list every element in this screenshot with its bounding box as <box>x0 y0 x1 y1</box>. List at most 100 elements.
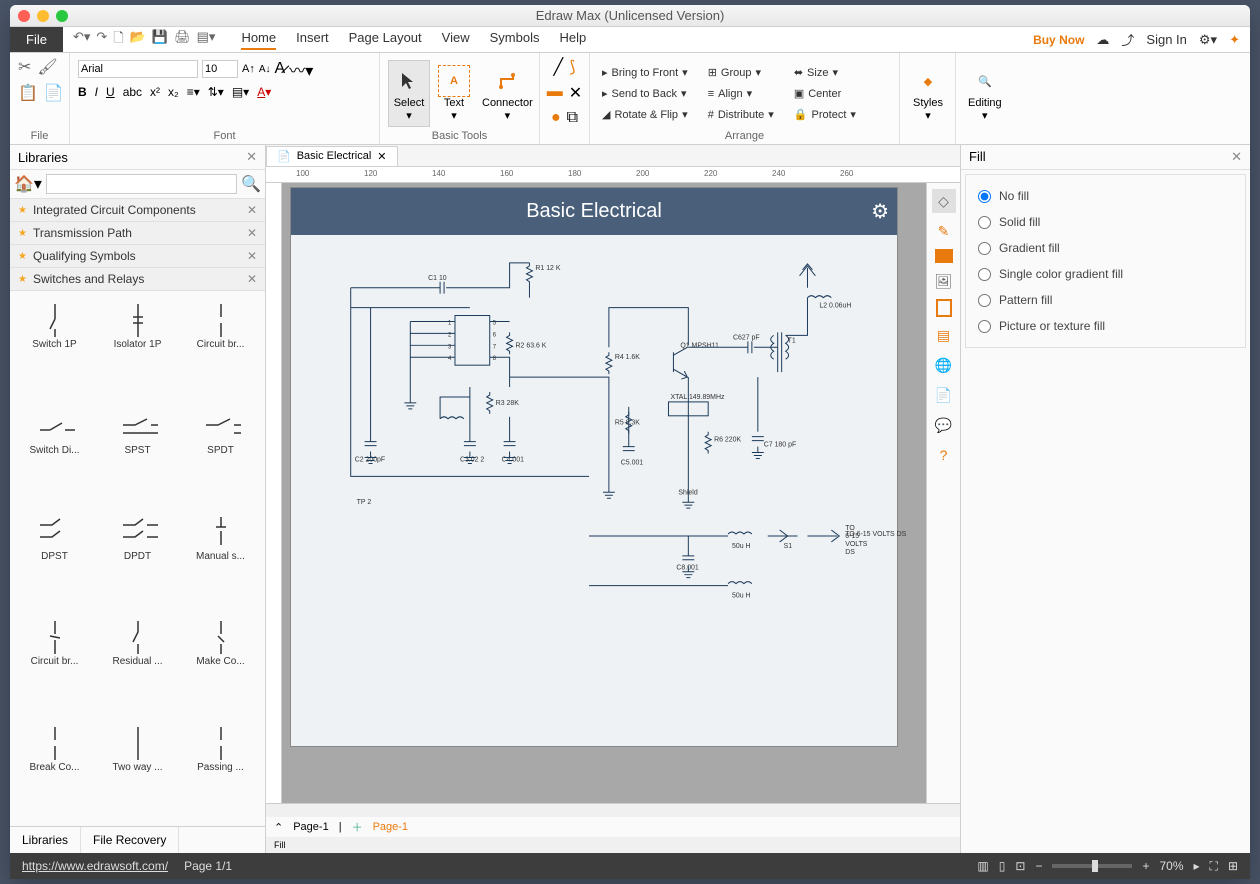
center-button[interactable]: ▣ Center <box>790 85 860 102</box>
tab-page-layout[interactable]: Page Layout <box>349 30 422 50</box>
send-to-back[interactable]: ▸ Send to Back ▾ <box>598 85 692 102</box>
new-icon[interactable]: 🗋 <box>113 29 123 51</box>
tab-help[interactable]: Help <box>559 30 586 50</box>
globe-tool-icon[interactable]: 🌐 <box>932 353 956 377</box>
lib-category[interactable]: Integrated Circuit Components✕ <box>10 199 265 222</box>
highlight-icon[interactable]: ▤▾ <box>232 85 249 99</box>
shape-item[interactable]: DPST <box>14 507 95 611</box>
share-icon[interactable]: ⤴ <box>1121 30 1134 49</box>
image-tool-icon[interactable]: 🖼 <box>932 269 956 293</box>
text-tool[interactable]: A Text▾ <box>434 61 474 126</box>
open-icon[interactable]: 📂 <box>130 29 146 51</box>
crop-icon[interactable]: ✕ <box>569 83 582 103</box>
ellipse-icon[interactable]: ● <box>551 109 561 127</box>
fullscreen-icon[interactable]: ⛶ <box>1210 859 1218 874</box>
lib-category[interactable]: Transmission Path✕ <box>10 222 265 245</box>
export-icon[interactable]: ▤▾ <box>197 29 216 51</box>
fill-tool-icon[interactable]: ◇ <box>932 189 956 213</box>
close-fill-icon[interactable]: ✕ <box>1231 149 1242 165</box>
fill-option[interactable]: Pattern fill <box>970 287 1241 313</box>
cloud-icon[interactable]: ☁ <box>1096 32 1109 48</box>
gear-icon[interactable]: ⚙ <box>871 199 889 224</box>
decrease-font-icon[interactable]: A↓ <box>259 64 271 75</box>
grid-icon[interactable]: ⊞ <box>1228 859 1238 873</box>
view-mode-icon[interactable]: ▥ <box>977 859 988 873</box>
strike-icon[interactable]: abc <box>123 85 142 99</box>
shape-item[interactable]: SPDT <box>180 401 261 505</box>
subscript-icon[interactable]: x₂ <box>168 85 179 99</box>
fit-icon[interactable]: ⊡ <box>1015 859 1025 873</box>
protect-button[interactable]: 🔒 Protect ▾ <box>790 106 860 123</box>
bring-to-front[interactable]: ▸ Bring to Front ▾ <box>598 64 692 81</box>
close-libraries-icon[interactable]: ✕ <box>246 149 257 165</box>
font-name-input[interactable] <box>78 60 198 78</box>
connector-tool[interactable]: Connector▾ <box>478 61 537 126</box>
paste-icon[interactable]: 📄 <box>44 83 64 103</box>
drawing-canvas[interactable]: Basic Electrical⚙ C1 10R1 12 K12345678R2… <box>282 183 926 803</box>
page-nav-icon[interactable]: ⌃ <box>274 821 283 834</box>
bullets-icon[interactable]: ≡▾ <box>187 85 200 99</box>
undo-icon[interactable]: ↶▾ <box>73 29 90 51</box>
library-search-input[interactable] <box>46 174 237 194</box>
fill-option[interactable]: Picture or texture fill <box>970 313 1241 339</box>
zoom-slider[interactable] <box>1052 864 1132 868</box>
copy-icon[interactable]: 📋 <box>18 83 38 103</box>
shape-item[interactable]: Manual s... <box>180 507 261 611</box>
comment-tool-icon[interactable]: 💬 <box>932 413 956 437</box>
arc-icon[interactable]: ⟆ <box>569 57 575 77</box>
superscript-icon[interactable]: x² <box>150 85 160 99</box>
distribute-button[interactable]: # Distribute ▾ <box>704 106 778 123</box>
redo-icon[interactable]: ↷ <box>96 29 107 51</box>
tab-insert[interactable]: Insert <box>296 30 329 50</box>
save-icon[interactable]: 💾 <box>152 29 168 51</box>
curve-icon[interactable]: 〰▾ <box>289 57 313 81</box>
fill-option[interactable]: Solid fill <box>970 209 1241 235</box>
close-tab-icon[interactable]: ✕ <box>377 150 386 163</box>
home-dropdown-icon[interactable]: 🏠▾ <box>14 174 42 194</box>
buy-now-link[interactable]: Buy Now <box>1033 33 1084 47</box>
tab-view[interactable]: View <box>442 30 470 50</box>
shape-item[interactable]: Switch Di... <box>14 401 95 505</box>
size-button[interactable]: ⬌ Size ▾ <box>790 64 860 81</box>
cut-icon[interactable]: ✂ <box>18 57 31 77</box>
shape-item[interactable]: Switch 1P <box>14 295 95 399</box>
lib-category[interactable]: Qualifying Symbols✕ <box>10 245 265 268</box>
add-page-icon[interactable]: ＋ <box>352 819 363 835</box>
shape-item[interactable]: Break Co... <box>14 718 95 822</box>
styles-button[interactable]: ◆Styles▾ <box>908 61 948 126</box>
shape-item[interactable]: SPST <box>97 401 178 505</box>
fill-option[interactable]: Gradient fill <box>970 235 1241 261</box>
shape-item[interactable]: Passing ... <box>180 718 261 822</box>
shape-item[interactable]: Two way ... <box>97 718 178 822</box>
doc-tool-icon[interactable]: 📄 <box>932 383 956 407</box>
page-tool-icon[interactable] <box>936 299 952 317</box>
zoom-out-icon[interactable]: − <box>1035 859 1042 873</box>
clear-format-icon[interactable]: A̷ <box>275 60 286 78</box>
bold-icon[interactable]: B <box>78 85 87 99</box>
group-button[interactable]: ⊞ Group ▾ <box>704 64 778 81</box>
present-icon[interactable]: ▸ <box>1194 859 1200 873</box>
horizontal-scrollbar[interactable] <box>266 803 960 817</box>
zoom-in-icon[interactable]: + <box>1142 859 1149 873</box>
print-icon[interactable]: 🖨 <box>174 29 191 51</box>
rect-shape-icon[interactable]: ▬ <box>547 83 563 103</box>
fill-option[interactable]: No fill <box>970 183 1241 209</box>
line-tool-icon[interactable]: ✎ <box>932 219 956 243</box>
font-size-input[interactable] <box>202 60 238 78</box>
signin-link[interactable]: Sign In <box>1146 32 1186 47</box>
list-tool-icon[interactable]: ▤ <box>932 323 956 347</box>
rotate-flip[interactable]: ◢ Rotate & Flip ▾ <box>598 106 692 123</box>
font-color-icon[interactable]: A▾ <box>257 85 271 99</box>
shape-item[interactable]: Circuit br... <box>14 612 95 716</box>
italic-icon[interactable]: I <box>95 85 98 99</box>
select-tool[interactable]: Select▾ <box>388 60 430 127</box>
view-mode2-icon[interactable]: ▯ <box>999 859 1006 873</box>
align-button[interactable]: ≡ Align ▾ <box>704 85 778 102</box>
shape-item[interactable]: Make Co... <box>180 612 261 716</box>
tab-symbols[interactable]: Symbols <box>490 30 540 50</box>
linespacing-icon[interactable]: ⇅▾ <box>208 85 224 99</box>
sidebar-tab-recovery[interactable]: File Recovery <box>81 827 179 853</box>
crop2-icon[interactable]: ⧉ <box>567 109 578 127</box>
format-painter-icon[interactable]: 🖌 <box>37 57 57 77</box>
underline-icon[interactable]: U <box>106 85 115 99</box>
